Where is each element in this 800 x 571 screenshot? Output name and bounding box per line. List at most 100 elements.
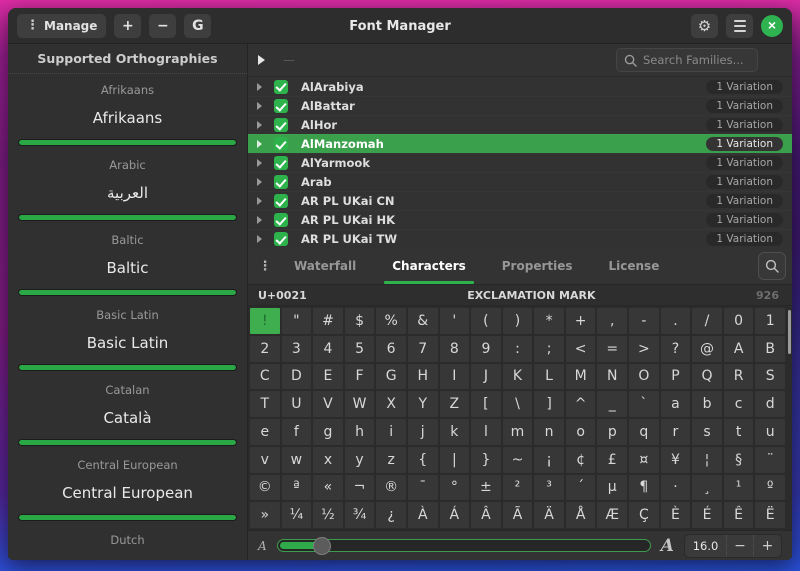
character-cell[interactable]: r xyxy=(661,419,691,445)
character-cell[interactable]: D xyxy=(282,364,312,390)
tab-waterfall[interactable]: Waterfall xyxy=(276,248,374,284)
character-cell[interactable]: j xyxy=(408,419,438,445)
font-family-row[interactable]: AR PL UKai CN1 Variation xyxy=(248,191,792,210)
enabled-checkbox[interactable] xyxy=(274,194,288,208)
character-cell[interactable]: © xyxy=(250,475,280,501)
character-cell[interactable]: ¡ xyxy=(534,447,564,473)
tab-characters[interactable]: Characters xyxy=(374,248,484,284)
character-cell[interactable]: | xyxy=(440,447,470,473)
character-cell[interactable]: É xyxy=(692,502,722,528)
expander-icon[interactable] xyxy=(257,140,262,148)
character-cell[interactable]: ) xyxy=(503,308,533,334)
character-cell[interactable]: n xyxy=(534,419,564,445)
character-cell[interactable]: = xyxy=(597,336,627,362)
character-cell[interactable]: w xyxy=(282,447,312,473)
expand-all-icon[interactable] xyxy=(258,55,265,65)
character-cell[interactable]: & xyxy=(408,308,438,334)
expander-icon[interactable] xyxy=(257,216,262,224)
enabled-checkbox[interactable] xyxy=(274,118,288,132)
font-family-row[interactable]: AlManzomah1 Variation xyxy=(248,134,792,153)
font-family-row[interactable]: AlBattar1 Variation xyxy=(248,96,792,115)
character-cell[interactable]: W xyxy=(345,391,375,417)
expander-icon[interactable] xyxy=(257,121,262,129)
character-cell[interactable]: G xyxy=(376,364,406,390)
character-cell[interactable]: ? xyxy=(661,336,691,362)
character-cell[interactable]: 7 xyxy=(408,336,438,362)
character-cell[interactable]: ' xyxy=(440,308,470,334)
orthography-item[interactable]: AfrikaansAfrikaans xyxy=(8,74,247,149)
character-cell[interactable]: 5 xyxy=(345,336,375,362)
enabled-checkbox[interactable] xyxy=(274,80,288,94)
character-cell[interactable]: X xyxy=(376,391,406,417)
character-cell[interactable]: 0 xyxy=(724,308,754,334)
character-cell[interactable]: _ xyxy=(597,391,627,417)
character-cell[interactable]: È xyxy=(661,502,691,528)
character-cell[interactable]: f xyxy=(282,419,312,445)
character-cell[interactable]: T xyxy=(250,391,280,417)
character-cell[interactable]: o xyxy=(566,419,596,445)
character-cell[interactable]: I xyxy=(440,364,470,390)
character-cell[interactable]: 3 xyxy=(282,336,312,362)
character-cell[interactable]: S xyxy=(755,364,785,390)
font-family-row[interactable]: AR PL UKai TW1 Variation xyxy=(248,229,792,248)
character-cell[interactable]: ¥ xyxy=(661,447,691,473)
character-cell[interactable]: ! xyxy=(250,308,280,334)
character-cell[interactable]: ¬ xyxy=(345,475,375,501)
character-cell[interactable]: } xyxy=(471,447,501,473)
character-cell[interactable]: " xyxy=(282,308,312,334)
character-cell[interactable]: ® xyxy=(376,475,406,501)
search-families-input[interactable] xyxy=(643,53,750,67)
character-cell[interactable]: « xyxy=(313,475,343,501)
character-cell[interactable]: l xyxy=(471,419,501,445)
font-family-row[interactable]: Arab1 Variation xyxy=(248,172,792,191)
preferences-button[interactable]: ⚙ xyxy=(691,14,718,38)
character-cell[interactable]: Á xyxy=(440,502,470,528)
character-cell[interactable]: 2 xyxy=(250,336,280,362)
character-search-button[interactable] xyxy=(758,252,786,280)
search-families-entry[interactable] xyxy=(616,48,758,72)
character-cell[interactable]: Ê xyxy=(724,502,754,528)
character-cell[interactable]: ¨ xyxy=(755,447,785,473)
character-cell[interactable]: e xyxy=(250,419,280,445)
expander-icon[interactable] xyxy=(257,83,262,91)
orthography-item[interactable]: BalticBaltic xyxy=(8,224,247,299)
character-cell[interactable]: A xyxy=(724,336,754,362)
character-cell[interactable]: ¯ xyxy=(408,475,438,501)
character-cell[interactable]: q xyxy=(629,419,659,445)
character-cell[interactable]: § xyxy=(724,447,754,473)
character-cell[interactable]: m xyxy=(503,419,533,445)
character-cell[interactable]: d xyxy=(755,391,785,417)
character-cell[interactable]: 9 xyxy=(471,336,501,362)
character-cell[interactable]: µ xyxy=(597,475,627,501)
character-cell[interactable]: Æ xyxy=(597,502,627,528)
tab-license[interactable]: License xyxy=(591,248,678,284)
character-cell[interactable]: \ xyxy=(503,391,533,417)
font-size-increase-button[interactable]: + xyxy=(754,535,781,557)
character-cell[interactable]: @ xyxy=(692,336,722,362)
character-cell[interactable]: ´ xyxy=(566,475,596,501)
font-family-row[interactable]: AlHor1 Variation xyxy=(248,115,792,134)
character-cell[interactable]: > xyxy=(629,336,659,362)
character-cell[interactable]: / xyxy=(692,308,722,334)
character-cell[interactable]: : xyxy=(503,336,533,362)
character-cell[interactable]: K xyxy=(503,364,533,390)
character-cell[interactable]: ¦ xyxy=(692,447,722,473)
character-cell[interactable]: ~ xyxy=(503,447,533,473)
character-cell[interactable]: x xyxy=(313,447,343,473)
character-cell[interactable]: · xyxy=(661,475,691,501)
expander-icon[interactable] xyxy=(257,235,262,243)
character-cell[interactable]: t xyxy=(724,419,754,445)
character-cell[interactable]: Ã xyxy=(503,502,533,528)
character-cell[interactable]: Ë xyxy=(755,502,785,528)
enabled-checkbox[interactable] xyxy=(274,175,288,189)
character-cell[interactable]: v xyxy=(250,447,280,473)
character-cell[interactable]: ¢ xyxy=(566,447,596,473)
character-cell[interactable]: Å xyxy=(566,502,596,528)
character-cell[interactable]: ] xyxy=(534,391,564,417)
expander-icon[interactable] xyxy=(257,102,262,110)
character-cell[interactable]: ² xyxy=(503,475,533,501)
character-cell[interactable]: ± xyxy=(471,475,501,501)
add-fonts-button[interactable]: + xyxy=(114,14,141,38)
character-cell[interactable]: P xyxy=(661,364,691,390)
character-cell[interactable]: ° xyxy=(440,475,470,501)
